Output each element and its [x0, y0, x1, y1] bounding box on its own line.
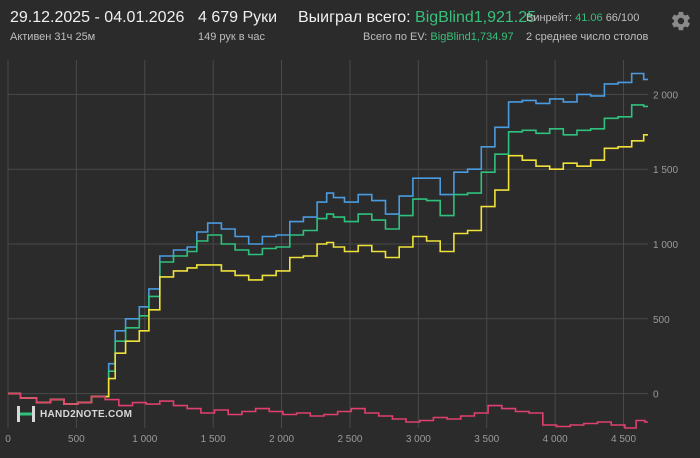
x-tick-label: 0 — [5, 434, 11, 445]
x-tick-label: 1 500 — [201, 434, 226, 445]
x-tick-label: 4 500 — [611, 434, 636, 445]
series-line-0 — [8, 72, 648, 405]
x-tick-label: 4 000 — [543, 434, 568, 445]
y-tick-label: 0 — [653, 390, 659, 401]
hand2note-logo-icon — [17, 406, 35, 422]
logo-text: HAND2NOTE.COM — [40, 408, 133, 420]
x-tick-label: 1 000 — [132, 434, 157, 445]
x-tick-label: 3 000 — [406, 434, 431, 445]
x-tick-label: 2 500 — [337, 434, 362, 445]
x-tick-label: 2 000 — [269, 434, 294, 445]
series-line-2 — [8, 134, 648, 405]
series-line-1 — [8, 104, 648, 405]
x-tick-label: 500 — [68, 434, 85, 445]
winnings-chart: 0 500 1 000 1 500 2 000 0 500 1 000 1 500 2 000 2 … — [5, 60, 678, 445]
y-tick-label: 2 000 — [653, 90, 678, 101]
x-tick-label: 3 500 — [474, 434, 499, 445]
y-tick-label: 500 — [653, 315, 670, 326]
y-tick-label: 1 000 — [653, 240, 678, 251]
hand2note-logo: HAND2NOTE.COM — [16, 405, 132, 423]
y-tick-label: 1 500 — [653, 165, 678, 176]
